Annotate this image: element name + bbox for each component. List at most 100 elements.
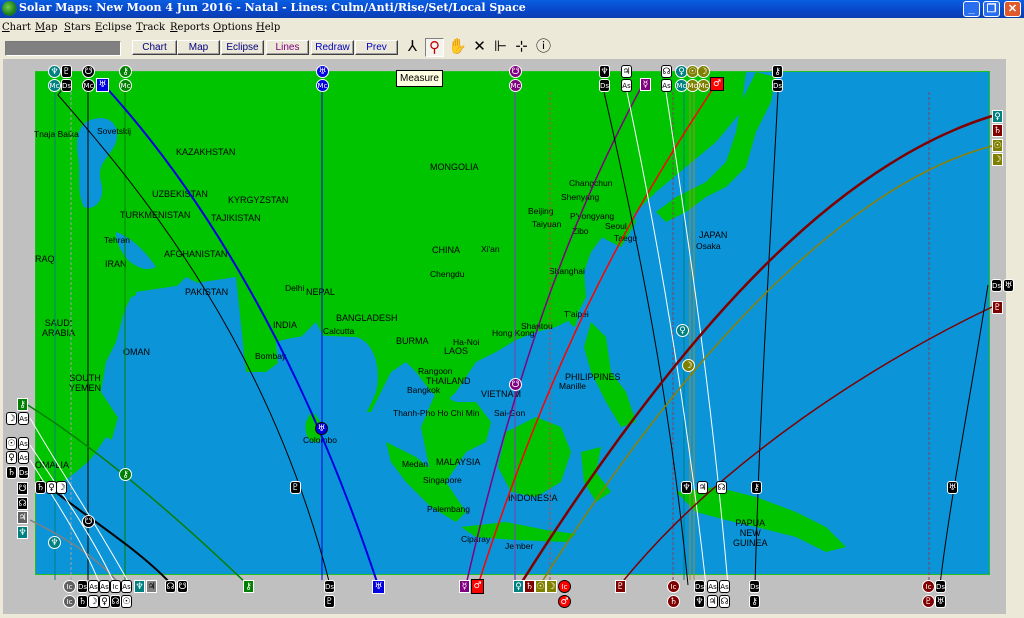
pluto-icon[interactable]: ♇: [992, 301, 1003, 314]
restore-button[interactable]: ❐: [983, 1, 1000, 17]
neptune-icon[interactable]: ♆: [599, 65, 610, 78]
as-label-icon[interactable]: As: [621, 79, 632, 92]
sun-icon[interactable]: ☉: [121, 595, 132, 608]
jupiter-icon[interactable]: ♃: [697, 481, 708, 494]
north-node-icon[interactable]: ☊: [165, 580, 176, 593]
as-label-icon[interactable]: As: [18, 437, 29, 450]
close-button[interactable]: ✕: [1004, 1, 1021, 17]
north-node-icon[interactable]: ☊: [17, 497, 28, 510]
south-node-icon[interactable]: ☋: [82, 515, 95, 528]
uranus-icon[interactable]: ♅: [96, 78, 109, 92]
as-label-icon[interactable]: As: [661, 79, 672, 92]
venus-icon[interactable]: ♀: [992, 110, 1003, 123]
as-label-icon[interactable]: As: [18, 451, 29, 464]
chiron-icon[interactable]: ⚷: [119, 468, 132, 481]
mc-label-icon[interactable]: Mc: [509, 79, 522, 92]
mars-icon[interactable]: ♂: [558, 595, 571, 608]
moon-icon[interactable]: ☽: [992, 153, 1003, 166]
ic-label-icon[interactable]: Ic: [558, 580, 571, 593]
north-node-icon[interactable]: ☊: [661, 65, 672, 78]
ds-label-icon[interactable]: Ds: [599, 79, 610, 92]
venus-icon[interactable]: ♀: [99, 595, 110, 608]
moon-icon[interactable]: ☽: [56, 481, 67, 494]
chiron-icon[interactable]: ⚷: [751, 481, 762, 494]
pluto-icon[interactable]: ♇: [922, 595, 935, 608]
minimize-button[interactable]: _: [963, 1, 980, 17]
ds-label-icon[interactable]: Ds: [77, 580, 88, 593]
ds-label-icon[interactable]: Ds: [324, 580, 335, 593]
menu-help[interactable]: Help: [256, 22, 280, 33]
crosshair-icon[interactable]: ⊹: [512, 38, 531, 57]
jupiter-icon[interactable]: ♃: [17, 511, 28, 524]
menu-chart[interactable]: Chart: [2, 22, 31, 33]
sun-icon[interactable]: ☉: [992, 139, 1003, 152]
eclipse-button[interactable]: Eclipse: [221, 40, 264, 55]
mc-label-icon[interactable]: Mc: [697, 79, 710, 92]
south-node-icon[interactable]: ☋: [509, 65, 522, 78]
saturn-icon[interactable]: ♄: [77, 595, 88, 608]
saturn-icon[interactable]: ♄: [992, 124, 1003, 137]
chiron-icon[interactable]: ⚷: [772, 65, 783, 78]
ds-label-icon[interactable]: Ds: [18, 466, 29, 479]
venus-icon[interactable]: ♀: [676, 324, 689, 337]
uranus-icon[interactable]: ♅: [372, 580, 385, 594]
saturn-icon[interactable]: ♄: [6, 466, 17, 479]
pluto-icon[interactable]: ♇: [324, 595, 335, 608]
uranus-icon[interactable]: ♅: [316, 65, 329, 78]
pluto-icon[interactable]: ♇: [290, 481, 301, 494]
as-label-icon[interactable]: As: [121, 580, 132, 593]
neptune-icon[interactable]: ♆: [694, 595, 705, 608]
jupiter-icon[interactable]: ♃: [621, 65, 632, 78]
mc-label-icon[interactable]: Mc: [82, 79, 95, 92]
pluto-icon[interactable]: ♇: [61, 65, 72, 78]
neptune-icon[interactable]: ♆: [134, 580, 145, 593]
saturn-icon[interactable]: ♄: [35, 481, 46, 494]
moon-icon[interactable]: ☽: [546, 580, 557, 593]
mc-label-icon[interactable]: Mc: [48, 79, 61, 92]
neptune-icon[interactable]: ♆: [681, 481, 692, 494]
zoom-extent-icon[interactable]: ✕: [470, 38, 489, 57]
compass-tool-icon[interactable]: ⅄: [403, 38, 422, 57]
south-node-icon[interactable]: ☋: [509, 378, 522, 391]
mc-label-icon[interactable]: Mc: [119, 79, 132, 92]
venus-icon[interactable]: ♀: [6, 451, 17, 464]
chart-button[interactable]: Chart: [132, 40, 177, 55]
prev-button[interactable]: Prev: [355, 40, 398, 55]
ic-label-icon[interactable]: Ic: [110, 580, 121, 593]
uranus-icon[interactable]: ♅: [315, 422, 328, 435]
ic-label-icon[interactable]: Ic: [922, 580, 935, 593]
menu-eclipse[interactable]: Eclipse: [95, 22, 132, 33]
menu-map[interactable]: Map: [35, 22, 58, 33]
saturn-icon[interactable]: ♄: [524, 580, 535, 593]
moon-icon[interactable]: ☽: [682, 359, 695, 372]
north-node-icon[interactable]: ☊: [719, 595, 730, 608]
sun-icon[interactable]: ☉: [6, 437, 17, 450]
chiron-icon[interactable]: ⚷: [119, 65, 132, 78]
jupiter-icon[interactable]: ♃: [146, 580, 157, 593]
measure-tool-icon[interactable]: ⚲: [425, 38, 444, 57]
chiron-icon[interactable]: ⚷: [243, 580, 254, 593]
mercury-icon[interactable]: ☿: [459, 580, 470, 593]
ic-label-icon[interactable]: Ic: [63, 595, 76, 608]
sun-icon[interactable]: ☉: [535, 580, 546, 593]
mc-label-icon[interactable]: Mc: [316, 79, 329, 92]
menu-reports[interactable]: Reports: [170, 22, 210, 33]
ds-label-icon[interactable]: Ds: [772, 79, 783, 92]
chiron-icon[interactable]: ⚷: [749, 595, 760, 608]
line-tool-icon[interactable]: ⊩: [491, 38, 510, 57]
venus-icon[interactable]: ♀: [513, 580, 524, 593]
menu-options[interactable]: Options: [213, 22, 252, 33]
as-label-icon[interactable]: As: [719, 580, 730, 593]
neptune-icon[interactable]: ♆: [48, 536, 61, 549]
map-button[interactable]: Map: [177, 40, 220, 55]
ic-label-icon[interactable]: Ic: [63, 580, 76, 593]
redraw-button[interactable]: Redraw: [311, 40, 354, 55]
as-label-icon[interactable]: As: [707, 580, 718, 593]
ds-label-icon[interactable]: Ds: [935, 580, 946, 593]
as-label-icon[interactable]: As: [99, 580, 110, 593]
moon-icon[interactable]: ☽: [697, 65, 710, 78]
lines-button[interactable]: Lines: [266, 40, 309, 55]
ds-label-icon[interactable]: Ds: [694, 580, 705, 593]
pluto-icon[interactable]: ♇: [615, 580, 626, 593]
moon-icon[interactable]: ☽: [6, 412, 17, 425]
